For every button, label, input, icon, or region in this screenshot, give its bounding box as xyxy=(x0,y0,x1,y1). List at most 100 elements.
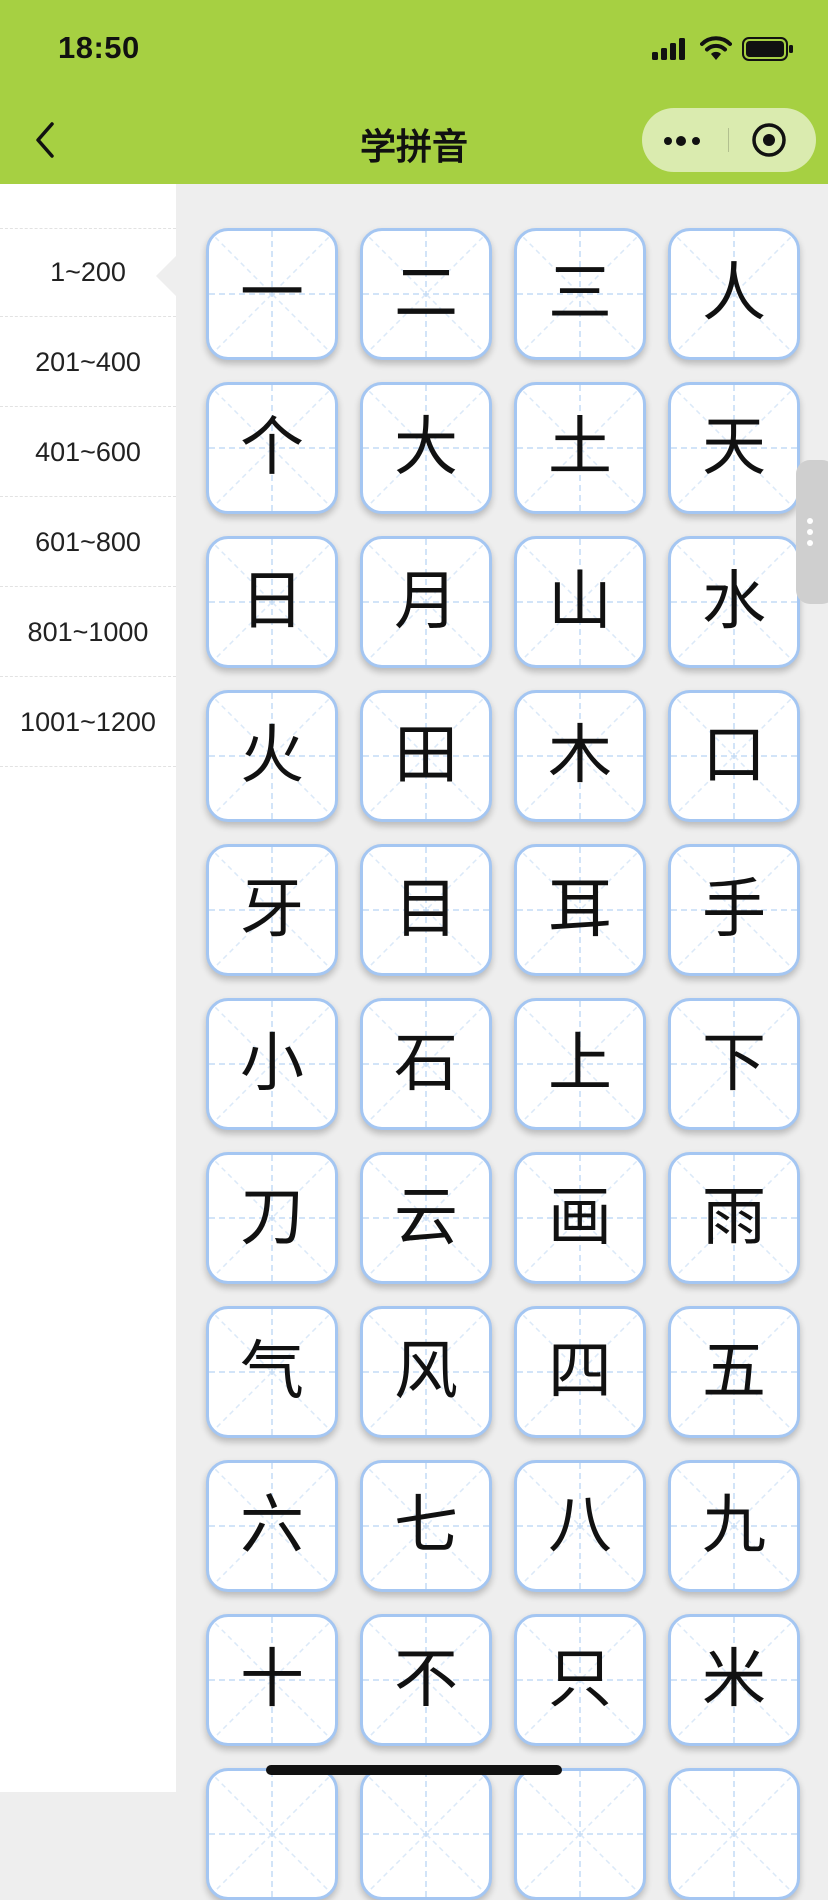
character-card[interactable]: 八 xyxy=(514,1460,646,1592)
character-card[interactable]: 只 xyxy=(514,1614,646,1746)
character-glyph: 下 xyxy=(702,1027,766,1101)
signal-icon xyxy=(652,38,685,60)
character-glyph: 手 xyxy=(702,873,766,947)
character-card[interactable]: 不 xyxy=(360,1614,492,1746)
character-card[interactable]: 十 xyxy=(206,1614,338,1746)
handle-dot xyxy=(807,518,813,524)
character-glyph: 上 xyxy=(548,1027,612,1101)
character-glyph: 木 xyxy=(548,719,612,793)
character-card[interactable] xyxy=(514,1768,646,1900)
character-card[interactable]: 木 xyxy=(514,690,646,822)
top-bar: 18:50 学拼音 xyxy=(0,0,828,184)
character-glyph: 三 xyxy=(548,257,612,331)
side-drawer-handle[interactable] xyxy=(796,460,828,604)
character-card[interactable]: 田 xyxy=(360,690,492,822)
character-glyph: 米 xyxy=(702,1643,766,1717)
character-card[interactable]: 九 xyxy=(668,1460,800,1592)
character-card[interactable]: 云 xyxy=(360,1152,492,1284)
character-glyph xyxy=(671,1771,797,1897)
capsule-divider xyxy=(728,128,729,152)
character-card[interactable]: 石 xyxy=(360,998,492,1130)
character-glyph: 口 xyxy=(702,719,766,793)
character-card[interactable]: 米 xyxy=(668,1614,800,1746)
character-card[interactable]: 个 xyxy=(206,382,338,514)
character-glyph: 个 xyxy=(240,411,304,485)
character-card[interactable]: 人 xyxy=(668,228,800,360)
character-card[interactable]: 上 xyxy=(514,998,646,1130)
character-glyph: 二 xyxy=(394,257,458,331)
character-grid: 一 二 三 人个 大 土 天日 月 山 水火 田 木 口牙 目 耳 手小 石 上 下刀 云 画 雨气 风 四 五六 七 八 九十 不 只 米 xyxy=(206,228,806,1900)
character-card[interactable] xyxy=(360,1768,492,1900)
range-item[interactable]: 801~1000 xyxy=(0,588,176,677)
character-glyph: 大 xyxy=(394,411,458,485)
character-card[interactable]: 三 xyxy=(514,228,646,360)
character-card[interactable] xyxy=(668,1768,800,1900)
character-glyph: 八 xyxy=(548,1489,612,1563)
character-glyph: 气 xyxy=(240,1335,304,1409)
character-glyph: 水 xyxy=(702,565,766,639)
character-card[interactable]: 风 xyxy=(360,1306,492,1438)
character-glyph: 云 xyxy=(394,1181,458,1255)
character-card[interactable]: 大 xyxy=(360,382,492,514)
character-glyph: 土 xyxy=(548,411,612,485)
character-card[interactable]: 雨 xyxy=(668,1152,800,1284)
character-glyph: 小 xyxy=(240,1027,304,1101)
range-item[interactable]: 401~600 xyxy=(0,408,176,497)
character-glyph: 雨 xyxy=(702,1181,766,1255)
character-glyph: 不 xyxy=(394,1643,458,1717)
character-glyph: 刀 xyxy=(240,1181,304,1255)
character-glyph xyxy=(363,1771,489,1897)
character-card[interactable]: 山 xyxy=(514,536,646,668)
character-glyph: 田 xyxy=(394,719,458,793)
character-glyph: 耳 xyxy=(548,873,612,947)
character-card[interactable]: 牙 xyxy=(206,844,338,976)
character-glyph: 人 xyxy=(702,257,766,331)
character-card[interactable]: 四 xyxy=(514,1306,646,1438)
character-card[interactable]: 目 xyxy=(360,844,492,976)
handle-dot xyxy=(807,529,813,535)
character-card[interactable]: 气 xyxy=(206,1306,338,1438)
character-glyph: 六 xyxy=(240,1489,304,1563)
range-item[interactable]: 1001~1200 xyxy=(0,678,176,767)
close-mini-program-button[interactable] xyxy=(730,108,816,172)
character-glyph: 一 xyxy=(240,257,304,331)
character-card[interactable]: 五 xyxy=(668,1306,800,1438)
character-card[interactable]: 七 xyxy=(360,1460,492,1592)
range-item[interactable]: 201~400 xyxy=(0,318,176,407)
more-dot xyxy=(692,137,700,145)
character-glyph: 四 xyxy=(548,1335,612,1409)
character-card[interactable]: 月 xyxy=(360,536,492,668)
character-card[interactable]: 手 xyxy=(668,844,800,976)
character-card[interactable]: 一 xyxy=(206,228,338,360)
range-item[interactable]: 1~200 xyxy=(0,228,176,317)
character-glyph: 石 xyxy=(394,1027,458,1101)
character-card[interactable]: 口 xyxy=(668,690,800,822)
range-item[interactable]: 601~800 xyxy=(0,498,176,587)
character-glyph: 风 xyxy=(394,1335,458,1409)
character-glyph: 目 xyxy=(394,873,458,947)
more-button[interactable] xyxy=(642,108,728,172)
character-card[interactable]: 水 xyxy=(668,536,800,668)
range-sidebar: 1~200 201~400 401~600 601~800 801~1000 1001~1… xyxy=(0,184,176,1792)
character-card[interactable] xyxy=(206,1768,338,1900)
character-card[interactable]: 刀 xyxy=(206,1152,338,1284)
character-glyph xyxy=(517,1771,643,1897)
character-glyph: 画 xyxy=(548,1181,612,1255)
character-card[interactable]: 画 xyxy=(514,1152,646,1284)
character-glyph: 十 xyxy=(240,1643,304,1717)
active-range-pointer xyxy=(156,256,176,296)
more-dot xyxy=(676,136,686,146)
character-card[interactable]: 下 xyxy=(668,998,800,1130)
character-card[interactable]: 天 xyxy=(668,382,800,514)
character-card[interactable]: 日 xyxy=(206,536,338,668)
character-card[interactable]: 耳 xyxy=(514,844,646,976)
character-glyph: 五 xyxy=(702,1335,766,1409)
character-glyph: 只 xyxy=(548,1643,612,1717)
character-card[interactable]: 小 xyxy=(206,998,338,1130)
character-card[interactable]: 六 xyxy=(206,1460,338,1592)
status-time: 18:50 xyxy=(58,30,140,65)
character-glyph: 九 xyxy=(702,1489,766,1563)
character-card[interactable]: 火 xyxy=(206,690,338,822)
character-card[interactable]: 二 xyxy=(360,228,492,360)
character-card[interactable]: 土 xyxy=(514,382,646,514)
